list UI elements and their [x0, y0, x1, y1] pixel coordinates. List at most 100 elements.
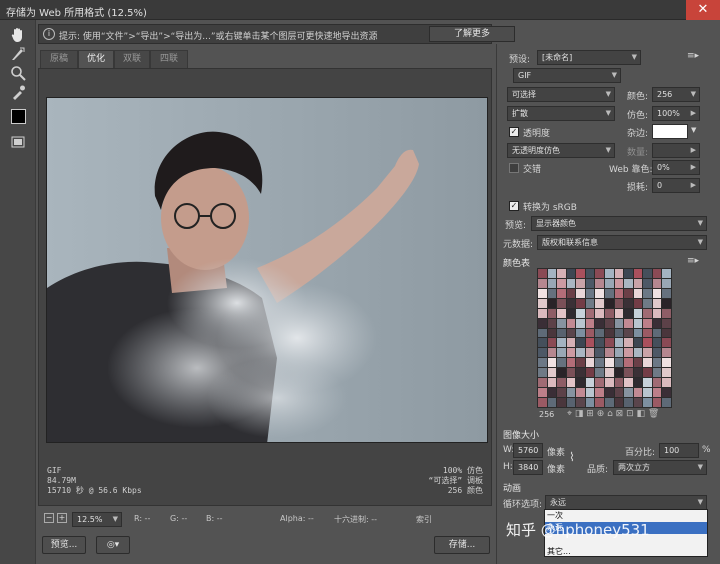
- color-swatch[interactable]: [643, 398, 652, 407]
- image-preview[interactable]: [46, 97, 488, 443]
- color-swatch[interactable]: [604, 318, 614, 328]
- color-swatch[interactable]: [557, 358, 566, 368]
- color-swatch[interactable]: [585, 368, 595, 378]
- color-swatch[interactable]: [576, 358, 585, 368]
- slice-select-tool-icon[interactable]: [9, 45, 27, 63]
- color-swatch[interactable]: [624, 378, 633, 388]
- color-swatch[interactable]: [614, 298, 624, 308]
- color-swatch[interactable]: [624, 368, 633, 378]
- hand-tool-icon[interactable]: [9, 26, 27, 44]
- color-swatch[interactable]: [652, 269, 662, 278]
- lossy-field[interactable]: 0 ▶: [652, 178, 700, 193]
- constrain-proportions-icon[interactable]: ⌇: [569, 450, 575, 464]
- color-swatch[interactable]: [595, 388, 604, 398]
- color-swatch[interactable]: [557, 278, 566, 288]
- color-swatch[interactable]: [547, 368, 557, 378]
- color-swatch[interactable]: [595, 308, 604, 318]
- color-swatch[interactable]: [595, 328, 604, 338]
- preview-button[interactable]: 预览...: [42, 536, 86, 554]
- color-swatch[interactable]: [662, 278, 671, 288]
- color-swatch[interactable]: [643, 328, 652, 338]
- color-swatch[interactable]: [614, 368, 624, 378]
- color-swatch[interactable]: [652, 328, 662, 338]
- color-swatch[interactable]: [614, 358, 624, 368]
- color-swatch[interactable]: [566, 328, 576, 338]
- convert-srgb-checkbox[interactable]: ✓: [509, 201, 519, 211]
- color-swatch[interactable]: [595, 278, 604, 288]
- color-table-menu-icon[interactable]: ≡▸: [687, 256, 699, 266]
- matte-dropdown-icon[interactable]: ▼: [691, 126, 696, 134]
- color-swatch[interactable]: [538, 328, 547, 338]
- color-swatch[interactable]: [538, 368, 547, 378]
- color-swatch[interactable]: [614, 338, 624, 348]
- color-swatch[interactable]: [633, 278, 643, 288]
- color-swatch[interactable]: [576, 298, 585, 308]
- color-swatch[interactable]: [538, 348, 547, 358]
- color-swatch[interactable]: [585, 398, 595, 407]
- color-swatch[interactable]: [547, 338, 557, 348]
- format-select[interactable]: GIF ▼: [513, 68, 621, 83]
- color-swatch[interactable]: [604, 269, 614, 278]
- color-swatch[interactable]: [643, 269, 652, 278]
- color-swatch[interactable]: [595, 338, 604, 348]
- color-swatch[interactable]: [624, 388, 633, 398]
- color-swatch[interactable]: [633, 298, 643, 308]
- color-swatch[interactable]: [566, 388, 576, 398]
- color-swatch[interactable]: [652, 388, 662, 398]
- color-swatch[interactable]: [652, 398, 662, 407]
- color-swatch[interactable]: [624, 338, 633, 348]
- color-swatch[interactable]: [595, 298, 604, 308]
- zoom-out-icon[interactable]: −: [44, 513, 54, 523]
- web-snap-field[interactable]: 0% ▶: [652, 160, 700, 175]
- toggle-slices-icon[interactable]: [9, 133, 27, 151]
- color-swatch[interactable]: [566, 278, 576, 288]
- dither-amount-field[interactable]: 100% ▶: [652, 106, 700, 121]
- interlaced-checkbox[interactable]: [509, 163, 519, 173]
- height-field[interactable]: 3840: [513, 460, 543, 475]
- loop-option-other[interactable]: 其它...: [545, 546, 707, 558]
- color-swatch[interactable]: [662, 368, 671, 378]
- width-field[interactable]: 5760: [513, 443, 543, 458]
- color-swatch[interactable]: [633, 358, 643, 368]
- color-swatch[interactable]: [538, 278, 547, 288]
- color-swatch[interactable]: [604, 358, 614, 368]
- color-swatch[interactable]: [614, 278, 624, 288]
- color-swatch[interactable]: [547, 298, 557, 308]
- color-swatch[interactable]: [547, 358, 557, 368]
- color-swatch[interactable]: [652, 338, 662, 348]
- color-swatch[interactable]: [557, 298, 566, 308]
- color-swatch[interactable]: [576, 368, 585, 378]
- color-swatch[interactable]: [633, 288, 643, 298]
- color-swatch[interactable]: [538, 388, 547, 398]
- transparency-amount-field[interactable]: ▶: [652, 143, 700, 158]
- color-swatch[interactable]: [547, 318, 557, 328]
- color-swatch[interactable]: [595, 358, 604, 368]
- color-swatch[interactable]: [624, 288, 633, 298]
- color-swatch[interactable]: [538, 288, 547, 298]
- color-swatch[interactable]: [604, 398, 614, 407]
- color-swatch[interactable]: [604, 288, 614, 298]
- color-swatch[interactable]: [547, 278, 557, 288]
- color-swatch[interactable]: [604, 278, 614, 288]
- color-swatch[interactable]: [538, 308, 547, 318]
- color-swatch[interactable]: [538, 358, 547, 368]
- color-swatch[interactable]: [652, 288, 662, 298]
- color-swatch[interactable]: [624, 308, 633, 318]
- color-swatch[interactable]: [585, 348, 595, 358]
- color-swatch[interactable]: [662, 378, 671, 388]
- color-swatch[interactable]: [585, 388, 595, 398]
- color-swatch[interactable]: [576, 269, 585, 278]
- color-swatch[interactable]: [538, 378, 547, 388]
- color-swatch[interactable]: [585, 358, 595, 368]
- color-swatch[interactable]: [566, 298, 576, 308]
- color-swatch[interactable]: [662, 318, 671, 328]
- color-swatch[interactable]: [595, 288, 604, 298]
- learn-more-button[interactable]: 了解更多: [429, 26, 515, 42]
- color-swatch[interactable]: [624, 348, 633, 358]
- color-swatch[interactable]: [566, 308, 576, 318]
- color-swatch[interactable]: [604, 328, 614, 338]
- color-swatch[interactable]: [547, 388, 557, 398]
- color-swatch[interactable]: [614, 378, 624, 388]
- color-swatch[interactable]: [595, 368, 604, 378]
- save-button[interactable]: 存储...: [434, 536, 490, 554]
